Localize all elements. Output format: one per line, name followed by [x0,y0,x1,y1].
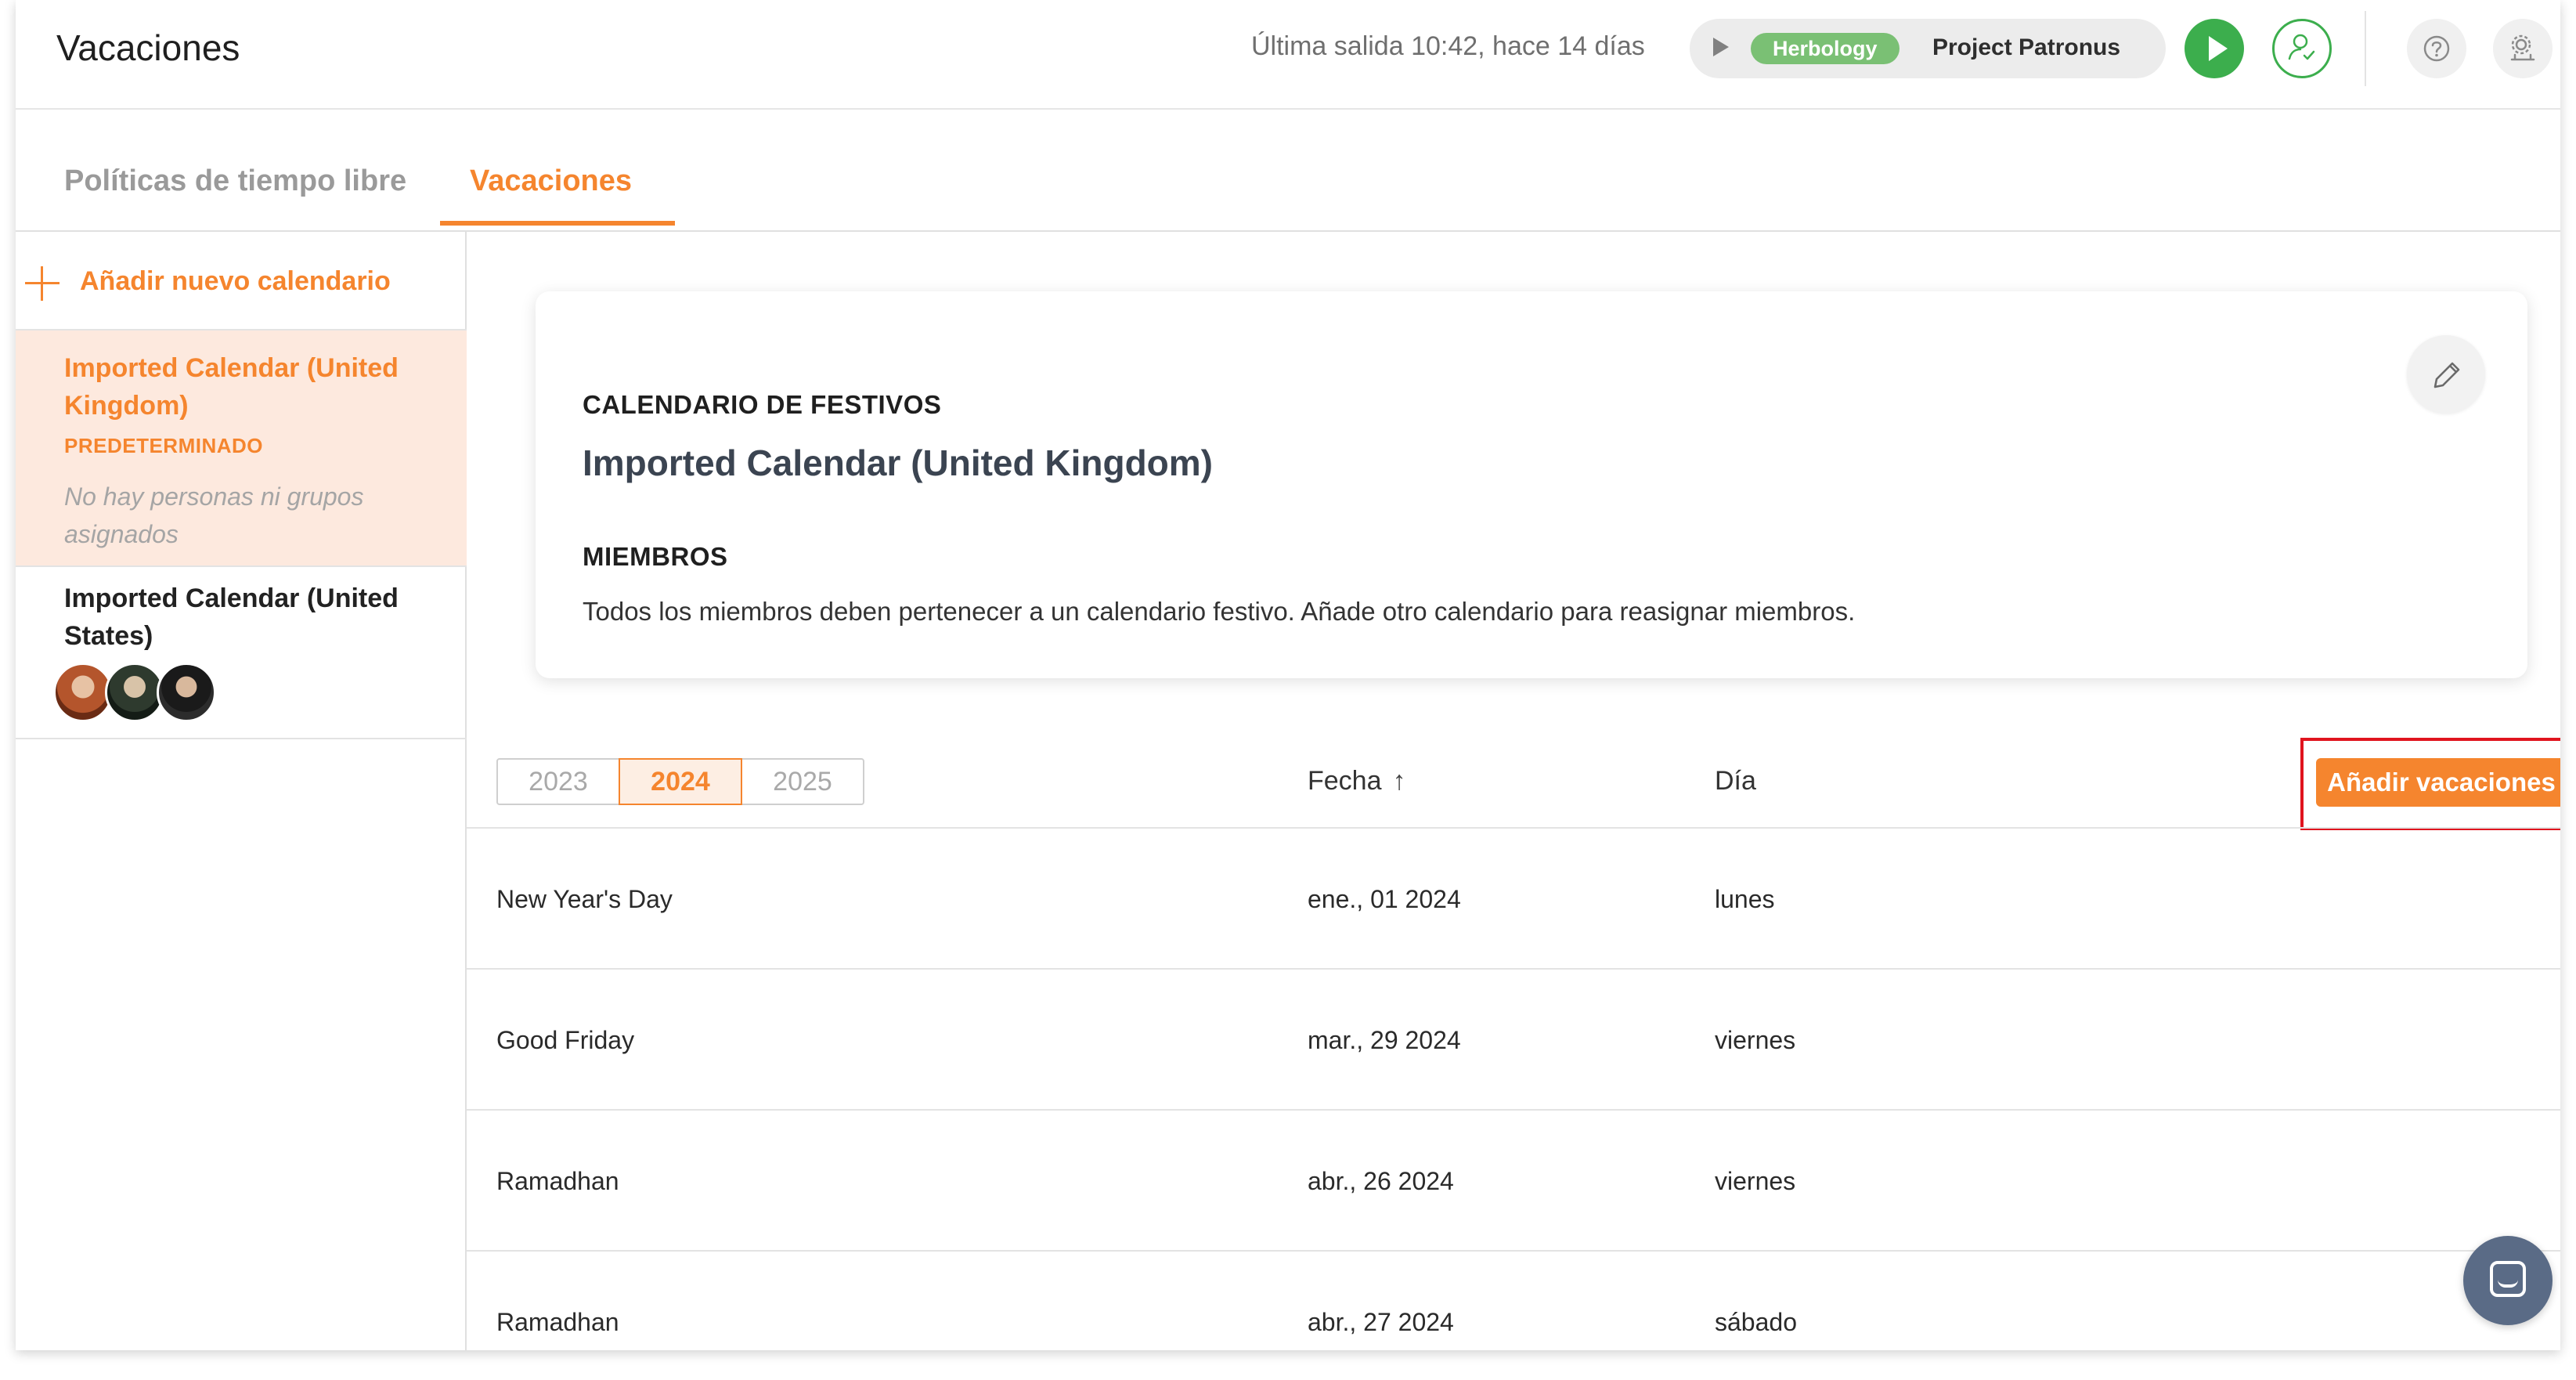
page-title: Vacaciones [56,27,240,68]
year-2023-button[interactable]: 2023 [496,758,620,805]
year-selector: 2023 2024 2025 [496,758,864,805]
date-column-header[interactable]: Fecha ↑ [1308,766,1406,797]
add-holiday-button[interactable]: Añadir vacaciones [2316,758,2560,807]
holiday-day: viernes [1715,1167,1796,1195]
calendar-name: Imported Calendar (United States) [64,583,399,651]
holiday-date: abr., 27 2024 [1308,1308,1454,1336]
calendar-item-united-states[interactable]: Imported Calendar (United States) [16,567,467,736]
help-button[interactable] [2407,19,2466,78]
holiday-day: viernes [1715,1026,1796,1054]
holiday-name: New Year's Day [496,885,673,913]
chat-button[interactable] [2463,1236,2553,1325]
tab-holidays[interactable]: Vacaciones [470,164,632,198]
timer-widget[interactable]: Herbology Project Patronus [1690,19,2166,78]
edit-calendar-button[interactable] [2407,335,2485,414]
pencil-icon [2433,362,2460,388]
holiday-name: Good Friday [496,1026,635,1054]
no-members-text: No hay personas ni grupos asignados [64,482,364,548]
active-tab-indicator [440,221,675,226]
date-column-label: Fecha [1308,766,1382,796]
project-name: Project Patronus [1932,34,2121,60]
holiday-date: abr., 26 2024 [1308,1167,1454,1195]
members-heading: MIEMBROS [583,542,728,571]
year-2025-button[interactable]: 2025 [741,758,864,805]
avatar [157,663,216,722]
table-row[interactable]: Good Friday mar., 29 2024 viernes [467,968,2560,1109]
tab-bar: Políticas de tiempo libre Vacaciones [16,110,2560,232]
user-status-button[interactable] [2272,19,2332,78]
holiday-day: lunes [1715,885,1775,913]
header-divider [2365,11,2366,86]
table-row[interactable]: Ramadhan abr., 26 2024 viernes [467,1109,2560,1250]
holiday-day: sábado [1715,1308,1797,1336]
card-title: Imported Calendar (United Kingdom) [583,443,1213,483]
add-calendar-label: Añadir nuevo calendario [80,266,391,296]
app-window: Vacaciones Última salida 10:42, hace 14 … [16,0,2560,1350]
sidebar-divider [16,738,467,739]
calendar-name: Imported Calendar (United Kingdom) [64,353,399,421]
calendar-item-united-kingdom[interactable]: Imported Calendar (United Kingdom) PREDE… [16,331,467,565]
last-exit-status: Última salida 10:42, hace 14 días [1251,31,1645,61]
default-badge: PREDETERMINADO [64,434,264,457]
members-description: Todos los miembros deben pertenecer a un… [583,597,1856,626]
calendar-info-card: CALENDARIO DE FESTIVOS Imported Calendar… [536,291,2527,678]
project-tag: Herbology [1751,33,1900,64]
tab-time-off-policies[interactable]: Políticas de tiempo libre [64,164,406,198]
calendar-sidebar: Añadir nuevo calendario Imported Calenda… [16,232,467,1350]
day-column-header: Día [1715,766,1756,796]
year-2024-button[interactable]: 2024 [619,758,742,805]
start-timer-button[interactable] [2185,19,2244,78]
holiday-date: ene., 01 2024 [1308,885,1461,913]
sort-up-icon: ↑ [1392,766,1406,796]
table-row[interactable]: Ramadhan abr., 27 2024 sábado [467,1250,2560,1350]
settings-icon [2510,34,2535,61]
avatar [105,663,164,722]
top-header: Vacaciones Última salida 10:42, hace 14 … [16,0,2560,110]
settings-button[interactable] [2493,19,2553,78]
table-row[interactable]: New Year's Day ene., 01 2024 lunes [467,827,2560,968]
help-icon [2423,35,2450,62]
holiday-date: mar., 29 2024 [1308,1026,1461,1054]
play-small-icon[interactable] [1713,38,1729,56]
card-eyebrow: CALENDARIO DE FESTIVOS [583,390,942,419]
add-calendar-button[interactable]: Añadir nuevo calendario [25,260,432,307]
play-icon [2209,36,2228,61]
user-check-icon [2288,34,2315,60]
holiday-name: Ramadhan [496,1308,619,1336]
holiday-name: Ramadhan [496,1167,619,1195]
avatar [53,663,113,722]
